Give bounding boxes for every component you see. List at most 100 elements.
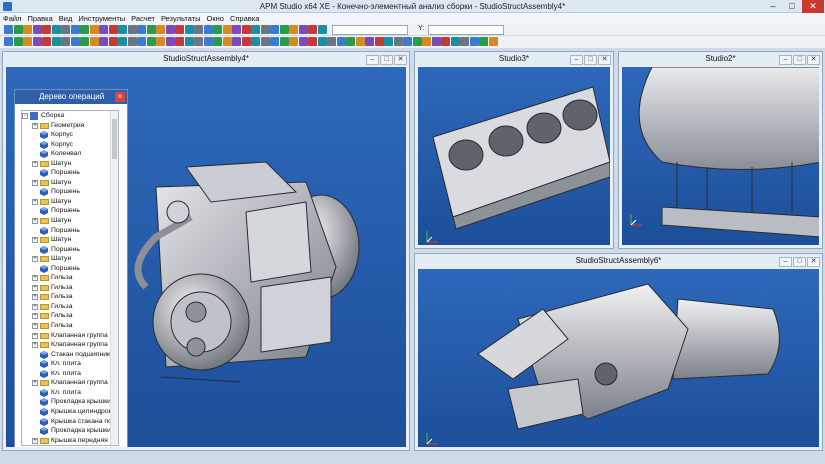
toolbar-tool-icon[interactable] bbox=[298, 37, 308, 46]
tree-expand-toggle[interactable]: + bbox=[32, 256, 38, 263]
toolbar-tool-icon[interactable] bbox=[355, 37, 365, 46]
viewport-3d[interactable] bbox=[418, 67, 610, 245]
tree-item[interactable]: + Шатун bbox=[22, 235, 118, 245]
window-close-button[interactable]: ✕ bbox=[598, 55, 611, 65]
tree-item[interactable]: +Масляный насос bbox=[22, 445, 118, 446]
viewport-3d[interactable]: Дерево операций × − Сборка + Геометрия Корпу… bbox=[6, 67, 406, 447]
toolbar-tool-icon[interactable] bbox=[213, 37, 222, 46]
tree-item[interactable]: + Шатун bbox=[22, 178, 118, 188]
toolbar-tool-icon[interactable] bbox=[279, 25, 289, 34]
toolbar-tool-icon[interactable] bbox=[194, 25, 203, 34]
tree-item[interactable]: Кл. плита bbox=[22, 359, 118, 369]
tree-expand-toggle[interactable]: + bbox=[32, 332, 38, 339]
tree-expand-toggle[interactable]: + bbox=[32, 275, 38, 282]
toolbar-tool-icon[interactable] bbox=[232, 37, 241, 46]
menu-edit[interactable]: Правка bbox=[24, 13, 55, 24]
tree-item[interactable]: − Сборка bbox=[22, 111, 118, 121]
viewport-window-assembly6[interactable]: StudioStructAssembly6* – □ ✕ bbox=[414, 253, 823, 451]
window-minimize-button[interactable]: – bbox=[779, 257, 792, 267]
tree-item[interactable]: Кл. плита bbox=[22, 369, 118, 379]
maximize-button[interactable]: □ bbox=[783, 0, 801, 13]
toolbar-tool-icon[interactable] bbox=[308, 37, 317, 46]
menu-view[interactable]: Вид bbox=[56, 13, 76, 24]
tree-item[interactable]: + Клапанная группа bbox=[22, 340, 118, 350]
tree-expand-toggle[interactable]: + bbox=[32, 294, 38, 301]
viewport-window-main[interactable]: StudioStructAssembly4* – □ ✕ Дерево опер… bbox=[2, 51, 410, 451]
menu-file[interactable]: Файл bbox=[0, 13, 24, 24]
toolbar-tool-icon[interactable] bbox=[441, 37, 450, 46]
toolbar-tool-icon[interactable] bbox=[327, 37, 336, 46]
toolbar-tool-icon[interactable] bbox=[203, 37, 213, 46]
toolbar-combo-2[interactable] bbox=[428, 25, 504, 35]
toolbar-tool-icon[interactable] bbox=[42, 25, 51, 34]
toolbar-tool-icon[interactable] bbox=[89, 37, 99, 46]
toolbar-tool-icon[interactable] bbox=[393, 37, 403, 46]
tree-expand-toggle[interactable]: + bbox=[32, 323, 38, 330]
toolbar-tool-icon[interactable] bbox=[184, 25, 194, 34]
toolbar-tool-icon[interactable] bbox=[241, 37, 251, 46]
tree-item[interactable]: Крышка стакана подш. bbox=[22, 417, 118, 427]
tree-scrollbar[interactable] bbox=[110, 111, 118, 445]
toolbar-tool-icon[interactable] bbox=[70, 25, 80, 34]
toolbar-tool-icon[interactable] bbox=[175, 25, 184, 34]
toolbar-tool-icon[interactable] bbox=[165, 25, 175, 34]
toolbar-tool-icon[interactable] bbox=[118, 25, 127, 34]
toolbar-tool-icon[interactable] bbox=[469, 37, 479, 46]
tree-expand-toggle[interactable]: + bbox=[32, 313, 38, 320]
toolbar-tool-icon[interactable] bbox=[70, 37, 80, 46]
toolbar-tool-icon[interactable] bbox=[137, 25, 146, 34]
viewport-3d[interactable] bbox=[418, 269, 819, 447]
tree-expand-toggle[interactable]: + bbox=[32, 342, 38, 349]
toolbar-tool-icon[interactable] bbox=[317, 37, 327, 46]
tree-item[interactable]: Кл. плита bbox=[22, 388, 118, 398]
toolbar-tool-icon[interactable] bbox=[431, 37, 441, 46]
toolbar-tool-icon[interactable] bbox=[61, 25, 70, 34]
toolbar-tool-icon[interactable] bbox=[279, 37, 289, 46]
toolbar-tool-icon[interactable] bbox=[213, 25, 222, 34]
toolbar-tool-icon[interactable] bbox=[260, 37, 270, 46]
tree-item[interactable]: + Геометрия bbox=[22, 121, 118, 131]
tree-item[interactable]: + Гильза bbox=[22, 292, 118, 302]
toolbar-tool-icon[interactable] bbox=[422, 37, 431, 46]
viewport-3d[interactable] bbox=[622, 67, 819, 245]
tree-item[interactable]: Поршень bbox=[22, 187, 118, 197]
toolbar-tool-icon[interactable] bbox=[232, 25, 241, 34]
toolbar-tool-icon[interactable] bbox=[13, 37, 23, 46]
toolbar-tool-icon[interactable] bbox=[137, 37, 146, 46]
toolbar-tool-icon[interactable] bbox=[384, 37, 393, 46]
toolbar-tool-icon[interactable] bbox=[308, 25, 317, 34]
toolbar-tool-icon[interactable] bbox=[51, 25, 61, 34]
toolbar-tool-icon[interactable] bbox=[241, 25, 251, 34]
toolbar-tool-icon[interactable] bbox=[99, 37, 108, 46]
toolbar-tool-icon[interactable] bbox=[298, 25, 308, 34]
window-minimize-button[interactable]: – bbox=[366, 55, 379, 65]
tree-item[interactable]: + Шатун bbox=[22, 254, 118, 264]
toolbar-tool-icon[interactable] bbox=[99, 25, 108, 34]
window-close-button[interactable]: ✕ bbox=[807, 55, 820, 65]
tree-item[interactable]: Стакан подшипника bbox=[22, 350, 118, 360]
tree-expand-toggle[interactable]: + bbox=[32, 160, 38, 167]
toolbar-tool-icon[interactable] bbox=[175, 37, 184, 46]
window-minimize-button[interactable]: – bbox=[570, 55, 583, 65]
menu-help[interactable]: Справка bbox=[227, 13, 262, 24]
toolbar-tool-icon[interactable] bbox=[165, 37, 175, 46]
tree-item[interactable]: Прокладка крышки пе bbox=[22, 426, 118, 436]
toolbar-tool-icon[interactable] bbox=[374, 37, 384, 46]
tree-expand-toggle[interactable]: + bbox=[32, 303, 38, 310]
toolbar-tool-icon[interactable] bbox=[403, 37, 412, 46]
toolbar-tool-icon[interactable] bbox=[80, 37, 89, 46]
close-button[interactable]: ✕ bbox=[802, 0, 824, 13]
viewport-window-studio3[interactable]: Studio3* – □ ✕ bbox=[414, 51, 614, 249]
toolbar-tool-icon[interactable] bbox=[194, 37, 203, 46]
toolbar-tool-icon[interactable] bbox=[80, 25, 89, 34]
toolbar-tool-icon[interactable] bbox=[108, 37, 118, 46]
toolbar-tool-icon[interactable] bbox=[260, 25, 270, 34]
menu-window[interactable]: Окно bbox=[204, 13, 227, 24]
toolbar-tool-icon[interactable] bbox=[289, 25, 298, 34]
tree-item[interactable]: + Гильза bbox=[22, 273, 118, 283]
toolbar-tool-icon[interactable] bbox=[317, 25, 327, 34]
window-maximize-button[interactable]: □ bbox=[584, 55, 597, 65]
toolbar-tool-icon[interactable] bbox=[23, 37, 32, 46]
toolbar-tool-icon[interactable] bbox=[450, 37, 460, 46]
toolbar-tool-icon[interactable] bbox=[203, 25, 213, 34]
